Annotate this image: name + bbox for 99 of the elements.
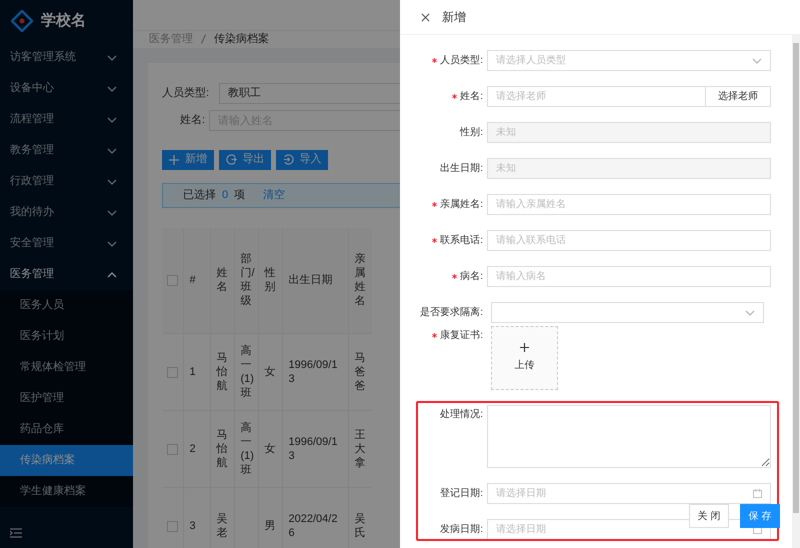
menu-item[interactable]: 教务管理 xyxy=(0,135,133,166)
disabled-input: 未知 xyxy=(487,158,771,179)
table-cell: 女 xyxy=(264,366,276,378)
breadcrumb-item[interactable]: 医务管理 xyxy=(149,31,193,48)
text-input[interactable]: 请输入病名 xyxy=(487,266,771,287)
plus-icon xyxy=(169,154,179,164)
chevron-up-icon xyxy=(107,272,117,278)
column-header: # xyxy=(190,274,196,286)
required-asterisk-icon xyxy=(452,274,458,279)
column-header: 部门/班级 xyxy=(240,253,255,308)
column-header: 出生日期 xyxy=(288,274,332,286)
row-checkbox[interactable] xyxy=(166,520,178,532)
clear-link[interactable]: 清空 xyxy=(263,186,286,204)
field-label: 亲属姓名: xyxy=(440,198,483,212)
school-name: 学校名 xyxy=(41,10,86,31)
save-button[interactable]: 保 存 xyxy=(740,504,780,528)
close-icon[interactable] xyxy=(421,12,430,22)
field-label: 人员类型: xyxy=(440,54,483,68)
table-cell: 吴老 xyxy=(216,513,228,539)
column-header: 亲属姓名 xyxy=(354,253,366,308)
field-label: 发病日期: xyxy=(440,522,483,537)
breadcrumb-item: 传染病档案 xyxy=(214,32,269,47)
submenu-item[interactable]: 医护管理 xyxy=(0,383,133,414)
scrollbar[interactable] xyxy=(792,35,800,548)
submenu-item[interactable]: 常规体检管理 xyxy=(0,352,133,383)
table-cell: 男 xyxy=(264,520,276,532)
select-teacher-button[interactable]: 选择老师 xyxy=(706,86,771,107)
filter-label: 人员类型: xyxy=(162,86,210,102)
field-label: 是否要求隔离: xyxy=(420,306,483,320)
toolbar-button[interactable]: 导入 xyxy=(276,150,328,170)
table-cell: 3 xyxy=(190,520,196,532)
drawer-title: 新增 xyxy=(442,9,466,26)
textarea-field[interactable] xyxy=(487,405,771,468)
menu-item[interactable]: 行政管理 xyxy=(0,166,133,197)
logo-icon xyxy=(11,10,33,32)
menu-item[interactable]: 访客管理系统 xyxy=(0,42,133,73)
submenu-item[interactable]: 传染病档案 xyxy=(0,445,133,476)
submenu-item[interactable]: 学生健康档案 xyxy=(0,476,133,507)
export-icon xyxy=(226,154,236,165)
breadcrumb-separator-icon xyxy=(201,34,206,44)
field-label: 性别: xyxy=(460,126,483,140)
plus-icon xyxy=(520,343,529,352)
toolbar-button[interactable]: 新增 xyxy=(162,150,214,170)
column-header: 姓名 xyxy=(216,267,228,294)
field-label: 康复证书: xyxy=(440,328,483,343)
select-all-checkbox[interactable] xyxy=(166,274,178,286)
chevron-down-icon xyxy=(752,58,762,64)
table-cell: 王大拿 xyxy=(354,429,366,469)
table-cell: 1996/09/13 xyxy=(288,359,338,385)
column-header: 性别 xyxy=(264,267,276,294)
menu-item[interactable]: 安全管理 xyxy=(0,228,133,259)
menu-item[interactable]: 医务管理 xyxy=(0,259,133,290)
selection-count: 0 xyxy=(222,188,228,203)
submenu-item[interactable]: 药品仓库 xyxy=(0,414,133,445)
table-cell: 1996/09/13 xyxy=(288,436,338,462)
table-cell: 高一(1)班 xyxy=(240,422,254,476)
required-asterisk-icon xyxy=(452,94,458,99)
text-input[interactable]: 请输入联系电话 xyxy=(487,230,771,251)
selection-text: 项 xyxy=(234,188,246,203)
table-cell: 1 xyxy=(190,366,196,378)
table-cell: 马怡航 xyxy=(216,352,228,392)
field-label: 登记日期: xyxy=(440,486,483,501)
toolbar-button[interactable]: 导出 xyxy=(219,150,271,170)
submenu-item[interactable]: 医务人员 xyxy=(0,290,133,321)
required-asterisk-icon xyxy=(432,58,438,63)
menu-item[interactable]: 设备中心 xyxy=(0,73,133,104)
required-asterisk-icon xyxy=(432,238,438,243)
field-label: 姓名: xyxy=(460,90,483,104)
disabled-input: 未知 xyxy=(487,122,771,143)
upload-button[interactable]: 上传 xyxy=(491,326,558,390)
field-label: 处理情况: xyxy=(440,408,483,422)
import-icon xyxy=(282,154,294,165)
menu-item[interactable]: 流程管理 xyxy=(0,104,133,135)
table-cell: 2022/04/26 xyxy=(288,513,338,539)
text-input[interactable]: 请输入亲属姓名 xyxy=(487,194,771,215)
table-cell: 吴氏 xyxy=(354,513,366,539)
select-field[interactable] xyxy=(491,302,764,323)
row-checkbox[interactable] xyxy=(166,444,178,454)
select-field[interactable]: 请选择人员类型 xyxy=(487,50,771,71)
selection-text: 已选择 xyxy=(183,188,216,203)
text-input[interactable]: 请选择老师 xyxy=(487,86,706,107)
field-label: 出生日期: xyxy=(440,162,483,176)
calendar-icon xyxy=(753,489,762,498)
submenu-item[interactable]: 医务计划 xyxy=(0,321,133,352)
row-checkbox[interactable] xyxy=(166,366,178,378)
table-cell: 马爸爸 xyxy=(354,352,366,392)
field-label: 病名: xyxy=(460,270,483,284)
field-label: 联系电话: xyxy=(440,234,483,248)
date-field[interactable]: 请选择日期 xyxy=(487,483,771,504)
table-cell: 马怡航 xyxy=(216,429,228,469)
chevron-down-icon xyxy=(745,310,755,316)
required-asterisk-icon xyxy=(432,202,438,207)
table-cell: 2 xyxy=(190,443,196,455)
table-cell: 女 xyxy=(264,443,276,455)
required-asterisk-icon xyxy=(432,333,438,338)
close-button[interactable]: 关 闭 xyxy=(689,504,729,528)
table-cell: 高一(1)班 xyxy=(240,345,254,399)
menu-item[interactable]: 我的待办 xyxy=(0,197,133,228)
filter-label: 姓名: xyxy=(180,113,206,128)
